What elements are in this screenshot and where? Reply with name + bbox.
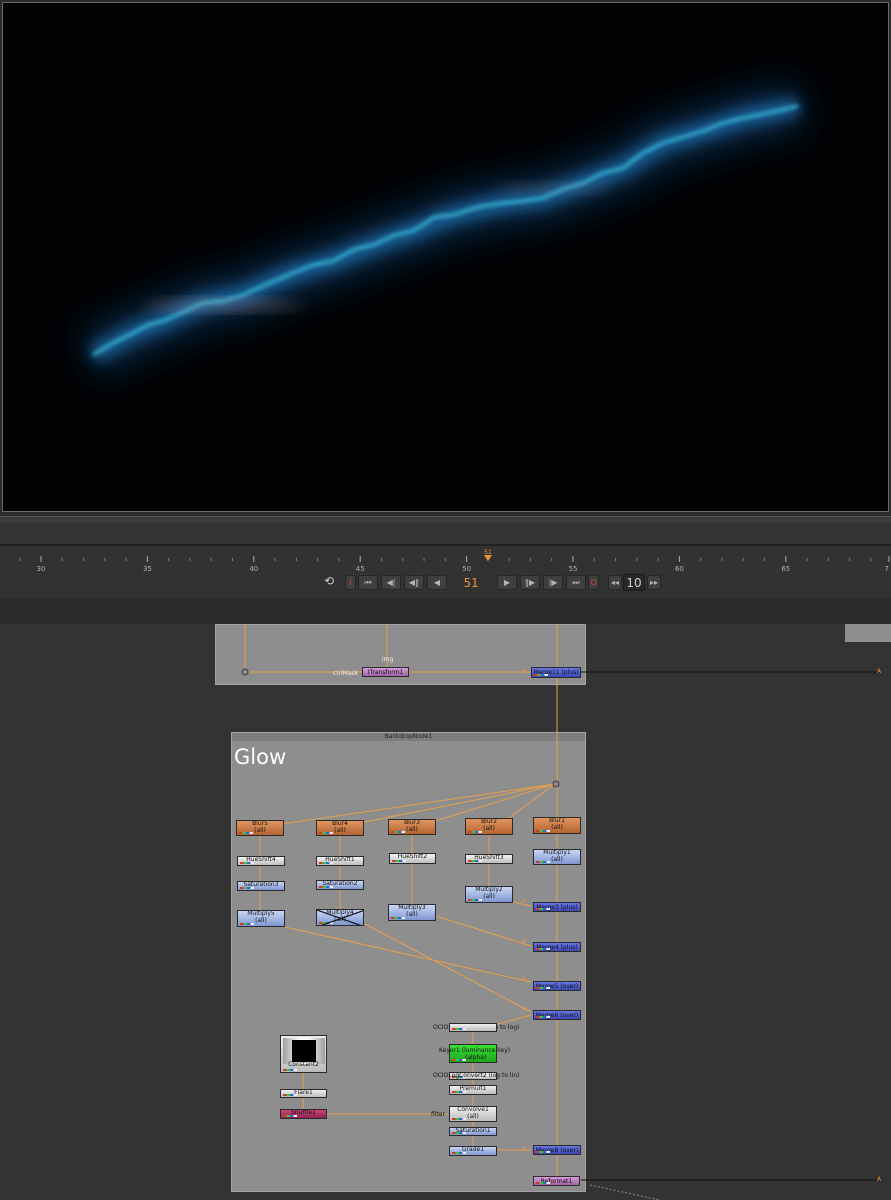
playhead-marker[interactable] xyxy=(484,555,492,561)
offscreen-a-input-label-2: A xyxy=(877,1176,882,1183)
merge8-node[interactable]: Merge8 (over) xyxy=(533,1145,581,1155)
ctrlmask-input-label: ctrlMask xyxy=(333,670,359,677)
current-frame-display[interactable]: 51 xyxy=(454,575,488,591)
ruler-tick-label: 40 xyxy=(249,565,258,573)
saturation3-node[interactable]: Saturation3 xyxy=(237,881,285,891)
merge5-a-input-label: A xyxy=(522,976,527,983)
merge11-node[interactable]: Merge11 (plus) xyxy=(531,667,581,678)
merge11-a-input-label: A xyxy=(522,668,527,675)
glow-streak-render xyxy=(82,84,803,375)
convolve1-filter-input-label: filter xyxy=(431,1111,445,1118)
viewer-image[interactable] xyxy=(2,2,889,512)
timeline-ruler[interactable]: 30 35 40 45 50 55 60 65 7 51 xyxy=(0,546,891,574)
last-frame-button[interactable]: ⏭ xyxy=(566,575,586,590)
multiply1-node[interactable]: Multiply1 (all) xyxy=(533,849,581,865)
merge6-node[interactable]: Merge6 (over) xyxy=(533,1010,581,1020)
blur3-node[interactable]: Blur3 (all) xyxy=(388,819,436,835)
grade1-node[interactable]: Grade1 xyxy=(449,1146,497,1156)
itransform1-node[interactable]: ITransform1 xyxy=(362,667,409,677)
node-graph-panel[interactable]: BackdropNode1 Glow img ctrlMask ITransfo… xyxy=(0,624,891,1200)
ruler-tick-label: 7 xyxy=(885,565,889,573)
merge4-node[interactable]: Merge4 (plus) xyxy=(533,942,581,952)
current-frame-marker-label: 51 xyxy=(484,549,492,556)
step-back-button[interactable]: ◀‖ xyxy=(404,575,424,590)
img-input-label: img xyxy=(382,656,394,663)
keyer1-channel-label: (alpha) xyxy=(465,1054,487,1061)
skip-back-increment-button[interactable]: ◂◂ xyxy=(608,575,622,590)
flare1-node[interactable]: Flare1 xyxy=(280,1089,327,1098)
convolve1-node[interactable]: Convolve1 (all) xyxy=(449,1106,497,1122)
loop-mode-icon[interactable]: ⟲ xyxy=(318,575,340,590)
timeline-panel: 30 35 40 45 50 55 60 65 7 51 ⟲ I ⏮ ◀| ◀‖ ◀ 51 ▶ … xyxy=(0,544,891,600)
hueshift2-node[interactable]: HueShift2 xyxy=(389,853,436,864)
multiply4-node-disabled[interactable]: Multiply4(all) xyxy=(316,909,364,926)
keyer1-label: Keyer1 (luminance key) xyxy=(439,1047,511,1054)
viewer-panel xyxy=(0,0,891,523)
blur1-node[interactable]: Blur1 (all) xyxy=(533,817,581,834)
skip-forward-increment-button[interactable]: ▸▸ xyxy=(647,575,661,590)
node-wires xyxy=(241,624,880,1200)
frame-increment-field[interactable]: 10 xyxy=(623,574,645,591)
next-keyframe-button[interactable]: |▶ xyxy=(543,575,563,590)
ruler-tick-label: 45 xyxy=(356,565,365,573)
saturation1-node[interactable]: Saturation1 xyxy=(449,1127,497,1136)
in-point-button[interactable]: I xyxy=(345,575,356,590)
ruler-tick-label: 65 xyxy=(781,565,790,573)
blur4-node[interactable]: Blur4 (all) xyxy=(316,820,364,836)
merge5-node[interactable]: Merge5 (over) xyxy=(533,981,581,991)
disabled-cross-icon xyxy=(317,910,363,925)
offscreen-a-input-label: A xyxy=(877,668,882,675)
ruler-tick-label: 55 xyxy=(569,565,578,573)
hueshift4-node[interactable]: HueShift4 xyxy=(237,856,285,866)
ociologconvert1-node[interactable] xyxy=(449,1023,497,1032)
ruler-tick-label: 50 xyxy=(462,565,471,573)
panel-divider xyxy=(0,598,891,625)
hueshift1-node[interactable]: HueShift1 xyxy=(316,856,364,866)
merge3-node[interactable]: Merge3 (plus) xyxy=(533,902,581,912)
viewer-status-strip xyxy=(0,516,891,523)
multiply3-node[interactable]: Multiply3 (all) xyxy=(388,904,436,921)
multiply2-node[interactable]: Multiply2 (all) xyxy=(465,886,513,903)
merge4-a-input-label: A xyxy=(522,938,527,945)
merge8-a-input-label: A xyxy=(521,1146,526,1153)
ruler-tick-label: 30 xyxy=(37,565,46,573)
ruler-tick-label: 35 xyxy=(143,565,152,573)
play-backward-button[interactable]: ◀ xyxy=(427,575,447,590)
constant2-label: Constant2 xyxy=(288,1061,319,1068)
play-forward-button[interactable]: ▶ xyxy=(497,575,517,590)
step-forward-button[interactable]: ‖▶ xyxy=(520,575,540,590)
reformat1-node[interactable]: Reformat1 xyxy=(533,1176,580,1186)
ruler-tick-label: 60 xyxy=(675,565,684,573)
premult1-node[interactable]: Premult1 xyxy=(449,1085,497,1095)
saturation2-node[interactable]: Saturation2 xyxy=(316,880,364,890)
out-point-button[interactable]: O xyxy=(588,575,599,590)
transport-controls: ⟲ I ⏮ ◀| ◀‖ ◀ 51 ▶ ‖▶ |▶ ⏭ O ◂◂ 10 ▸▸ xyxy=(0,573,891,597)
first-frame-button[interactable]: ⏮ xyxy=(358,575,378,590)
merge3-a-input-label: A xyxy=(522,898,527,905)
multiply5-node[interactable]: Multiply5 (all) xyxy=(237,910,285,927)
hueshift3-node[interactable]: HueShift3 xyxy=(465,854,513,864)
blur2-node[interactable]: Blur2 (all) xyxy=(465,818,513,835)
prev-keyframe-button[interactable]: ◀| xyxy=(381,575,401,590)
constant2-node[interactable]: Constant2 xyxy=(280,1035,327,1073)
blur5-node[interactable]: Blur5 (all) xyxy=(236,820,284,836)
shuffle1-node[interactable]: Shuffle1 xyxy=(280,1109,327,1119)
merge6-a-input-label: A xyxy=(522,1006,527,1013)
ocio2-label: OCIOLogConvert2 (log to lin) xyxy=(433,1072,520,1079)
